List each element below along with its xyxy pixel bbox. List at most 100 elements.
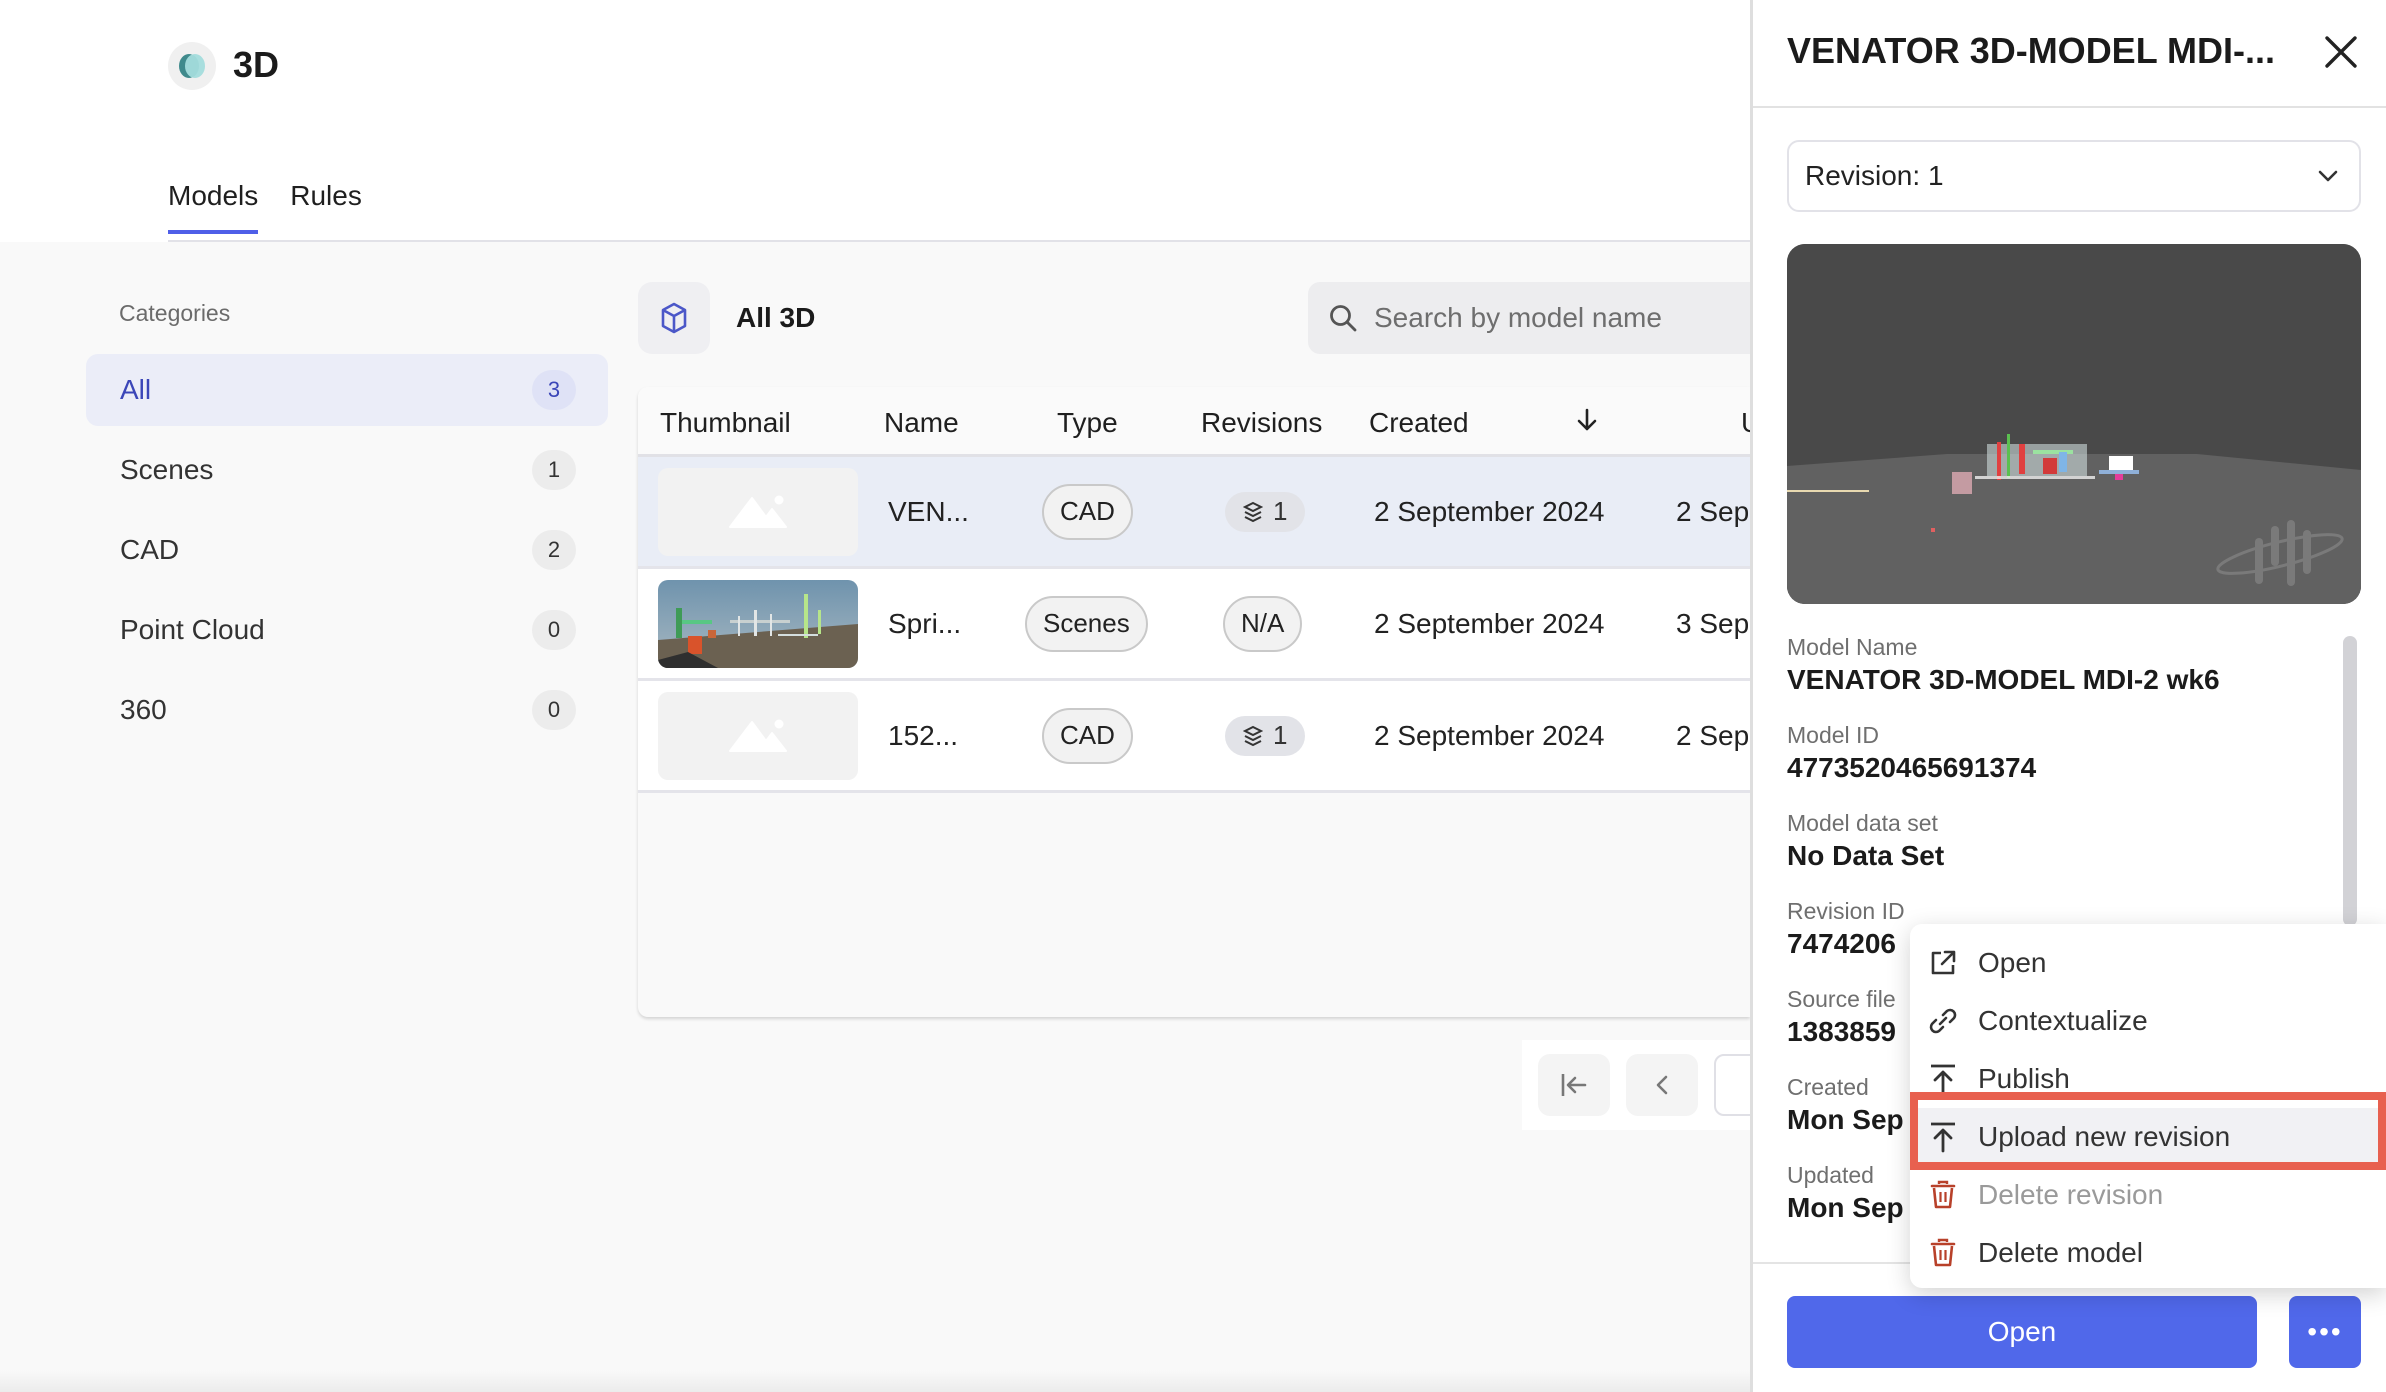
section-title: All 3D: [736, 302, 816, 333]
column-name[interactable]: Name: [884, 407, 959, 439]
app-header: 3D Models Rules: [0, 0, 1750, 240]
category-count: 2: [532, 530, 576, 570]
link-icon: [1926, 1004, 1960, 1038]
chevron-left-icon: [1656, 1075, 1668, 1095]
table-row[interactable]: 152... CAD 1 2 September 2024 2 Sep: [638, 681, 1750, 793]
categories-heading: Categories: [119, 300, 231, 326]
column-type[interactable]: Type: [1057, 407, 1118, 439]
revision-select-value: Revision: 1: [1805, 160, 1944, 191]
detail-value-data-set: No Data Set: [1787, 840, 1945, 871]
column-revisions[interactable]: Revisions: [1201, 407, 1322, 439]
image-placeholder-icon: [729, 495, 787, 528]
category-360[interactable]: 360 0: [86, 674, 608, 746]
column-thumbnail: Thumbnail: [660, 407, 791, 438]
image-placeholder-icon: [729, 719, 787, 752]
menu-item-contextualize[interactable]: Contextualize: [1910, 992, 2386, 1050]
menu-item-upload-new-revision[interactable]: Upload new revision: [1910, 1108, 2386, 1166]
revision-select[interactable]: Revision: 1: [1787, 140, 2361, 212]
open-model-button[interactable]: Open: [1787, 1296, 2257, 1368]
category-label: CAD: [120, 534, 180, 565]
detail-label-data-set: Model data set: [1787, 810, 1938, 836]
category-scenes[interactable]: Scenes 1: [86, 434, 608, 506]
panel-title: VENATOR 3D-MODEL MDI-...: [1787, 30, 2276, 71]
column-created[interactable]: Created: [1369, 407, 1469, 439]
category-label: Point Cloud: [120, 614, 265, 645]
row-name: VEN...: [888, 495, 969, 527]
revisions-count: 1: [1273, 720, 1288, 750]
menu-item-publish[interactable]: Publish: [1910, 1050, 2386, 1108]
trash-icon: [1926, 1236, 1960, 1270]
category-label: 360: [120, 694, 167, 725]
menu-item-label: Upload new revision: [1978, 1121, 2231, 1152]
detail-label-model-name: Model Name: [1787, 634, 1918, 660]
close-button[interactable]: [2319, 30, 2363, 74]
trash-icon: [1926, 1178, 1960, 1212]
revisions-count: 1: [1273, 496, 1288, 526]
search-icon: [1330, 305, 1357, 332]
row-created: 2 September 2024: [1374, 495, 1605, 527]
first-page-button[interactable]: [1538, 1054, 1610, 1116]
detail-value-model-name: VENATOR 3D-MODEL MDI-2 wk6: [1787, 664, 2220, 695]
chevron-down-icon: [2318, 170, 2338, 182]
upload-icon: [1926, 1062, 1960, 1096]
category-label: All: [120, 374, 152, 405]
cube-icon: [638, 282, 710, 354]
category-count: 1: [532, 450, 576, 490]
table-row[interactable]: VEN... CAD 1 2 September 2024 2 Sep: [638, 457, 1750, 569]
pagination: [1522, 1040, 1774, 1130]
tab-bar: Models Rules: [168, 180, 362, 234]
detail-label-model-id: Model ID: [1787, 722, 1880, 748]
menu-item-label: Contextualize: [1978, 1005, 2148, 1036]
more-actions-button[interactable]: •••: [2289, 1296, 2361, 1368]
menu-item-label: Delete revision: [1978, 1179, 2164, 1210]
type-badge: Scenes: [1025, 595, 1148, 652]
type-badge: CAD: [1042, 483, 1133, 540]
table-row[interactable]: Spri... Scenes N/A 2 September 2024 3 Se…: [638, 569, 1750, 681]
menu-item-delete-model[interactable]: Delete model: [1910, 1224, 2386, 1282]
row-updated: 2 Sep: [1676, 495, 1750, 527]
category-list: All 3 Scenes 1 CAD 2 Point Cloud 0 360 0: [86, 354, 608, 754]
upload-icon: [1926, 1120, 1960, 1154]
layers-icon: [1243, 501, 1263, 522]
details-scrollbar[interactable]: [2343, 636, 2357, 926]
category-count: 3: [532, 370, 576, 410]
category-label: Scenes: [120, 454, 214, 485]
3d-app-logo-icon: [168, 42, 216, 90]
model-preview-image: [1787, 244, 2361, 604]
close-icon: [2325, 36, 2357, 68]
revisions-badge: 1: [1225, 715, 1306, 756]
revisions-badge: N/A: [1223, 595, 1303, 652]
menu-item-label: Open: [1978, 947, 2047, 978]
detail-value-model-id: 4773520465691374: [1787, 752, 2037, 783]
menu-item-delete-revision[interactable]: Delete revision: [1910, 1166, 2386, 1224]
tab-rules[interactable]: Rules: [290, 180, 362, 234]
bottom-shadow: [0, 1370, 1750, 1392]
row-created: 2 September 2024: [1374, 607, 1605, 639]
table-header: Thumbnail Name Type Revisions Created U: [638, 387, 1750, 457]
sort-arrow-down-icon[interactable]: [1576, 407, 1598, 440]
app-title: 3D: [233, 44, 280, 85]
thumbnail-placeholder: [658, 691, 858, 780]
search-input[interactable]: [1374, 302, 1734, 334]
tab-models[interactable]: Models: [168, 180, 259, 234]
thumbnail-placeholder: [658, 467, 858, 556]
category-point-cloud[interactable]: Point Cloud 0: [86, 594, 608, 666]
models-table: Thumbnail Name Type Revisions Created U …: [638, 387, 1750, 1017]
search-box: [1308, 282, 1750, 354]
row-created: 2 September 2024: [1374, 719, 1605, 751]
more-horizontal-icon: •••: [2307, 1316, 2343, 1347]
layers-icon: [1243, 725, 1263, 746]
menu-item-label: Delete model: [1978, 1237, 2143, 1268]
panel-divider: [1753, 106, 2386, 108]
category-count: 0: [532, 690, 576, 730]
scene-thumbnail-image: [658, 579, 858, 668]
column-updated[interactable]: U: [1741, 407, 1750, 439]
first-page-icon: [1561, 1074, 1587, 1096]
revisions-badge: 1: [1225, 491, 1306, 532]
category-cad[interactable]: CAD 2: [86, 514, 608, 586]
menu-item-label: Publish: [1978, 1063, 2070, 1094]
category-all[interactable]: All 3: [86, 354, 608, 426]
previous-page-button[interactable]: [1626, 1054, 1698, 1116]
menu-item-open[interactable]: Open: [1910, 934, 2386, 992]
row-name: 152...: [888, 719, 959, 751]
